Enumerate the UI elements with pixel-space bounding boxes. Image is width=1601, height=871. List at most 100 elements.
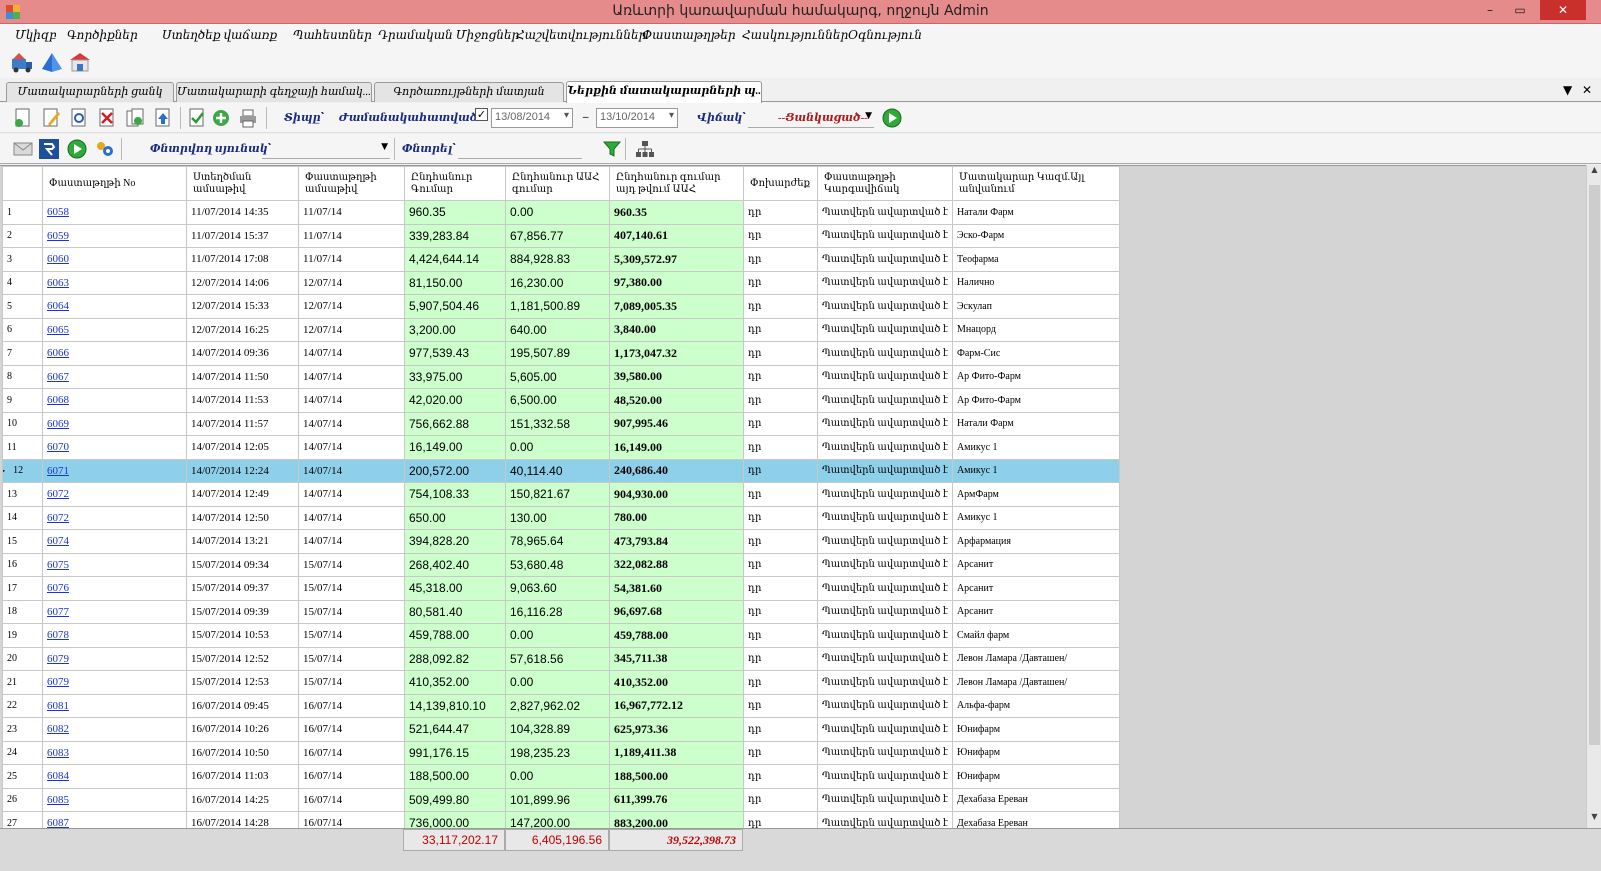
doc-number-link[interactable]: 6081 xyxy=(47,700,69,712)
warehouse-truck-icon[interactable] xyxy=(10,51,34,73)
filter-type-dropdown[interactable]: Ժամանակահատված ˇ xyxy=(339,111,484,124)
menu-tools[interactable]: Գործիքներ xyxy=(67,28,138,43)
column-header-vat-amount[interactable]: Ընդհանուր ԱԱՀ գումար xyxy=(505,166,610,201)
search-input[interactable] xyxy=(458,139,582,159)
doc-number-link[interactable]: 6067 xyxy=(47,371,69,383)
table-row[interactable]: 3 6060 11/07/2014 17:08 11/07/14 4,424,644.1… xyxy=(2,247,1120,272)
doc-number-link[interactable]: 6083 xyxy=(47,747,69,759)
run-play-icon[interactable] xyxy=(66,138,88,160)
table-row[interactable]: 5 6064 12/07/2014 15:33 12/07/14 5,907,504.4… xyxy=(2,294,1120,319)
menu-properties[interactable]: Հասկություններ xyxy=(742,28,848,43)
tab-internal-suppliers[interactable]: Ներքին մատակարարների պ... xyxy=(566,81,762,103)
doc-number-link[interactable]: 6059 xyxy=(47,230,69,242)
pyramid-icon[interactable] xyxy=(40,51,64,73)
table-row[interactable]: 14 6072 14/07/2014 12:50 14/07/14 650.00 130.… xyxy=(2,505,1120,530)
doc-number-link[interactable]: 6069 xyxy=(47,418,69,430)
users-icon[interactable] xyxy=(93,138,115,160)
doc-number-link[interactable]: 6074 xyxy=(47,535,69,547)
approve-document-icon[interactable] xyxy=(186,107,208,129)
doc-number-link[interactable]: 6084 xyxy=(47,770,69,782)
doc-number-link[interactable]: 6068 xyxy=(47,394,69,406)
doc-number-link[interactable]: 6072 xyxy=(47,488,69,500)
menu-start[interactable]: Մկիզբ xyxy=(15,28,57,43)
menu-reports[interactable]: Հաշվետվություններ xyxy=(516,28,646,43)
table-row[interactable]: 6 6065 12/07/2014 16:25 12/07/14 3,200.00 640… xyxy=(2,317,1120,342)
tab-list-dropdown[interactable]: ▼ xyxy=(1563,83,1572,97)
scroll-down-arrow-icon[interactable]: ▼ xyxy=(1587,812,1601,828)
menu-cash-funds[interactable]: Դրամական Միջոցներ xyxy=(378,28,519,43)
table-row[interactable]: 15 6074 14/07/2014 13:21 14/07/14 394,828.20… xyxy=(2,529,1120,554)
hierarchy-icon[interactable] xyxy=(634,138,656,160)
copy-document-icon[interactable] xyxy=(124,107,146,129)
column-header-supplier[interactable]: Մատակարար Կազմ.Այլ անվանում xyxy=(951,166,1120,201)
doc-number-link[interactable]: 6072 xyxy=(47,512,69,524)
scroll-up-arrow-icon[interactable]: ▲ xyxy=(1587,165,1601,181)
chevron-down-icon[interactable]: ▼ xyxy=(865,111,872,121)
doc-number-link[interactable]: 6079 xyxy=(47,653,69,665)
table-row[interactable]: 19 6078 15/07/2014 10:53 15/07/14 459,788.00… xyxy=(2,623,1120,648)
add-item-icon[interactable] xyxy=(210,107,232,129)
table-row[interactable]: 25 6084 16/07/2014 11:03 16/07/14 188,500.00… xyxy=(2,764,1120,789)
tab-supplier-list[interactable]: Մատակարարների ցանկ xyxy=(6,82,174,102)
table-row[interactable]: 23 6082 16/07/2014 10:26 16/07/14 521,644.47… xyxy=(2,717,1120,742)
export-document-icon[interactable] xyxy=(152,107,174,129)
table-row[interactable]: 2 6059 11/07/2014 15:37 11/07/14 339,283.84 6… xyxy=(2,223,1120,248)
doc-number-link[interactable]: 6065 xyxy=(47,324,69,336)
print-icon[interactable] xyxy=(237,107,259,129)
tab-close-button[interactable]: ✕ xyxy=(1582,83,1592,97)
column-header-doc-no[interactable]: Փաստաթղթի No xyxy=(42,166,187,201)
menu-warehouses[interactable]: Պահեստներ xyxy=(293,28,372,43)
view-document-icon[interactable] xyxy=(68,107,90,129)
refresh-icon[interactable] xyxy=(38,138,60,160)
table-row[interactable]: 8 6067 14/07/2014 11:50 14/07/14 33,975.00 5,… xyxy=(2,364,1120,389)
calendar-dropdown-icon[interactable]: ▾ xyxy=(669,110,674,121)
doc-number-link[interactable]: 6078 xyxy=(47,629,69,641)
menu-help[interactable]: Օգնություն xyxy=(848,28,922,43)
column-header-total-amount[interactable]: Ընդհանուր Գումար xyxy=(404,166,506,201)
close-window-button[interactable]: ✕ xyxy=(1540,0,1586,20)
email-icon[interactable] xyxy=(12,138,34,160)
doc-number-link[interactable]: 6075 xyxy=(47,559,69,571)
doc-number-link[interactable]: 6076 xyxy=(47,582,69,594)
doc-number-link[interactable]: 6060 xyxy=(47,253,69,265)
tab-operations-log[interactable]: Գործառույթների մատյան xyxy=(374,82,564,102)
doc-number-link[interactable]: 6077 xyxy=(47,606,69,618)
menu-create-sale[interactable]: Ստեղծեք վաճառք xyxy=(162,28,277,43)
table-row[interactable]: 17 6076 15/07/2014 09:37 15/07/14 45,318.00 9… xyxy=(2,576,1120,601)
doc-number-link[interactable]: 6087 xyxy=(47,817,69,828)
doc-number-link[interactable]: 6082 xyxy=(47,723,69,735)
tab-supplier-account[interactable]: Մատակարարի գեղջայի համակ... xyxy=(176,82,372,102)
doc-number-link[interactable]: 6058 xyxy=(47,206,69,218)
table-row[interactable]: 27 6087 16/07/2014 14:28 16/07/14 736,000.00… xyxy=(2,811,1120,828)
doc-number-link[interactable]: 6063 xyxy=(47,277,69,289)
doc-number-link[interactable]: 6085 xyxy=(47,794,69,806)
new-document-icon[interactable] xyxy=(12,107,34,129)
column-header-created[interactable]: Ստեղծման ամսաթիվ xyxy=(186,166,299,201)
column-header-doc-date[interactable]: Փաստաթղթի ամսաթիվ xyxy=(298,166,405,201)
table-row[interactable]: 22 6081 16/07/2014 09:45 16/07/14 14,139,810… xyxy=(2,693,1120,718)
doc-number-link[interactable]: 6071 xyxy=(47,465,69,477)
table-row[interactable]: 21 6079 15/07/2014 12:53 15/07/14 410,352.00… xyxy=(2,670,1120,695)
edit-document-icon[interactable] xyxy=(40,107,62,129)
doc-number-link[interactable]: 6070 xyxy=(47,441,69,453)
doc-number-link[interactable]: 6064 xyxy=(47,300,69,312)
table-row[interactable]: 9 6068 14/07/2014 11:53 14/07/14 42,020.00 6,… xyxy=(2,388,1120,413)
column-header-total-with-vat[interactable]: Ընդհանուր գումար այդ թվում ԱԱՀ xyxy=(609,166,744,201)
table-row[interactable]: 12 6071 14/07/2014 12:2414/07/14200,572.00… xyxy=(2,458,1120,483)
status-filter-dropdown[interactable]: --Ցանկացած-- ▼ xyxy=(748,108,874,128)
restore-button[interactable]: ▭ xyxy=(1506,0,1534,20)
delete-document-icon[interactable] xyxy=(96,107,118,129)
vertical-scrollbar[interactable]: ▲ ▼ xyxy=(1586,165,1601,828)
date-to-picker[interactable]: 13/10/2014 ▾ xyxy=(596,108,678,128)
table-row[interactable]: 11 6070 14/07/2014 12:05 14/07/14 16,149.00 0… xyxy=(2,435,1120,460)
calendar-dropdown-icon[interactable]: ▾ xyxy=(564,110,569,121)
apply-filter-play-icon[interactable] xyxy=(881,107,903,129)
table-row[interactable]: 7 6066 14/07/2014 09:36 14/07/14 977,539.43 1… xyxy=(2,341,1120,366)
scroll-thumb[interactable] xyxy=(1589,185,1600,745)
search-column-dropdown[interactable]: ▼ xyxy=(262,139,390,159)
shop-icon[interactable] xyxy=(68,51,92,73)
table-row[interactable]: 20 6079 15/07/2014 12:52 15/07/14 288,092.82… xyxy=(2,646,1120,671)
table-row[interactable]: 16 6075 15/07/2014 09:34 15/07/14 268,402.40… xyxy=(2,552,1120,577)
date-filter-checkbox[interactable]: ✓ xyxy=(475,108,488,121)
table-row[interactable]: 10 6069 14/07/2014 11:57 14/07/14 756,662.88… xyxy=(2,411,1120,436)
